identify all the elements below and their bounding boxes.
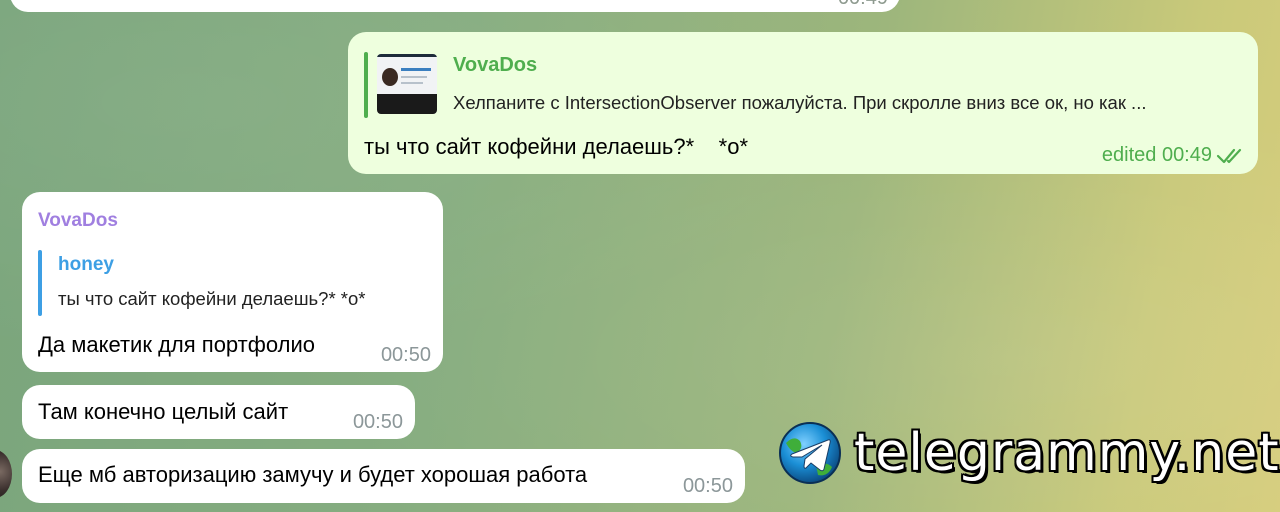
reply-bar — [364, 52, 368, 118]
message-bubble-previous[interactable]: 00:49 — [10, 0, 900, 12]
reply-quote: ты что сайт кофейни делаешь?* *о* — [58, 288, 366, 309]
reply-quote: Хелпаните с IntersectionObserver пожалуй… — [453, 92, 1147, 113]
watermark: telegrammy.net — [778, 420, 1280, 486]
message-bubble-incoming[interactable]: Еще мб авторизацию замучу и будет хороша… — [22, 449, 745, 503]
telegram-logo-icon — [779, 422, 841, 484]
sender-name[interactable]: VovaDos — [38, 210, 118, 232]
reply-bar — [38, 250, 42, 316]
message-time: 00:50 — [380, 344, 431, 366]
message-text: ты что сайт кофейни делаешь?* *о* — [364, 134, 749, 159]
message-time: 00:49 — [838, 0, 888, 10]
message-edited-time: edited 00:49 — [1101, 144, 1212, 166]
message-bubble-incoming[interactable]: VovaDos honey ты что сайт кофейни делаеш… — [22, 192, 443, 372]
message-meta: edited 00:49 — [1102, 144, 1246, 167]
reply-author: VovaDos — [453, 54, 538, 76]
message-text: Еще мб авторизацию замучу и будет хороша… — [38, 462, 588, 487]
reply-author: honey — [58, 254, 114, 275]
double-check-icon — [1216, 148, 1242, 163]
message-text: Да макетик для портфолио — [38, 332, 315, 357]
watermark-text: telegrammy.net — [854, 423, 1280, 483]
avatar[interactable] — [0, 450, 12, 498]
message-bubble-incoming[interactable]: Там конечно целый сайт 00:50 — [22, 385, 415, 439]
message-time: 00:50 — [352, 411, 403, 433]
reply-preview[interactable]: honey ты что сайт кофейни делаешь?* *о* — [38, 250, 427, 316]
message-bubble-outgoing[interactable]: VovaDos Хелпаните с IntersectionObserver… — [348, 32, 1258, 174]
reply-thumbnail — [377, 54, 437, 114]
message-time: 00:50 — [682, 475, 733, 497]
message-text: Там конечно целый сайт — [38, 399, 289, 424]
